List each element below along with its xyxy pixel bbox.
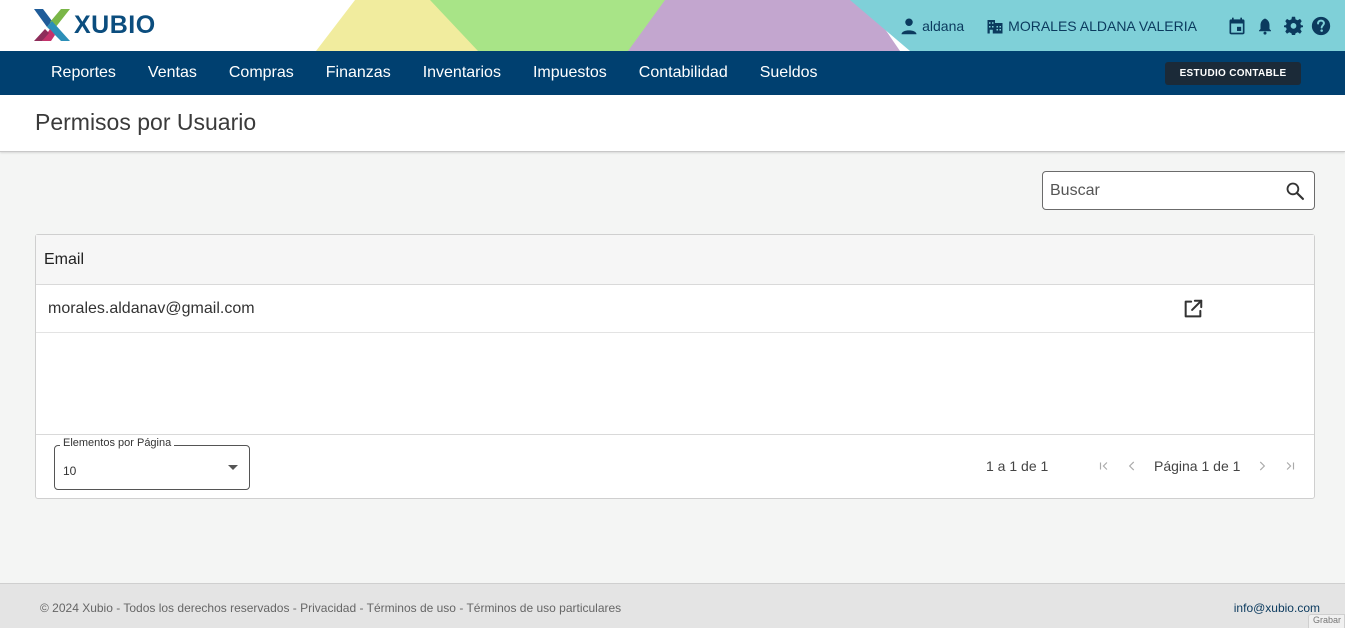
nav-item-compras[interactable]: Compras	[213, 51, 310, 95]
top-header: XUBIO aldana MORALES ALDANA VALERIA	[0, 0, 1345, 51]
column-header-email[interactable]: Email	[44, 251, 84, 269]
open-in-new-icon[interactable]	[1182, 298, 1204, 320]
search-box	[1042, 171, 1315, 210]
chevron-down-icon	[228, 465, 238, 470]
last-page-icon	[1287, 462, 1295, 470]
table-header: Email	[36, 235, 1314, 285]
company-icon	[987, 19, 1003, 33]
logo-text: XUBIO	[74, 10, 156, 39]
user-icon	[901, 18, 917, 34]
pagination: Página 1 de 1	[1090, 455, 1304, 477]
help-button[interactable]	[1311, 16, 1331, 36]
company-name: MORALES ALDANA VALERIA	[1008, 17, 1197, 34]
page-footer: © 2024 Xubio - Todos los derechos reserv…	[0, 583, 1345, 628]
header-actions: aldana MORALES ALDANA VALERIA	[900, 0, 1331, 51]
nav-item-inventarios[interactable]: Inventarios	[407, 51, 517, 95]
footer-link-terms-private[interactable]: Términos de uso particulares	[466, 601, 621, 615]
search-icon[interactable]	[1285, 181, 1305, 201]
page-title: Permisos por Usuario	[35, 109, 257, 135]
nav-item-contabilidad[interactable]: Contabilidad	[623, 51, 744, 95]
xubio-x-icon	[34, 9, 70, 41]
range-text: 1 a 1 de 1	[986, 458, 1049, 474]
search-input[interactable]	[1050, 181, 1270, 200]
notifications-button[interactable]	[1255, 16, 1275, 36]
chevron-left-icon	[1128, 461, 1135, 471]
settings-button[interactable]	[1283, 16, 1303, 36]
footer-copyright: © 2024 Xubio	[40, 601, 113, 615]
corner-tab[interactable]: Grabar	[1308, 614, 1345, 628]
per-page-value: 10	[63, 464, 77, 478]
calendar-icon	[1229, 17, 1245, 34]
gear-icon	[1283, 16, 1303, 35]
bell-icon	[1259, 18, 1271, 35]
nav-item-reportes[interactable]: Reportes	[35, 51, 132, 95]
first-page-icon	[1099, 462, 1108, 470]
last-page-button[interactable]	[1279, 455, 1301, 477]
nav-item-ventas[interactable]: Ventas	[132, 51, 213, 95]
table-footer: Elementos por Página 10 1 a 1 de 1 Págin…	[36, 434, 1314, 498]
footer-link-privacy[interactable]: Privacidad	[300, 601, 356, 615]
first-page-button[interactable]	[1093, 455, 1115, 477]
xubio-logo[interactable]: XUBIO	[34, 9, 156, 41]
footer-link-terms[interactable]: Términos de uso	[367, 601, 456, 615]
table-row[interactable]: morales.aldanav@gmail.com	[36, 285, 1314, 333]
help-icon	[1311, 16, 1331, 35]
nav-item-impuestos[interactable]: Impuestos	[517, 51, 623, 95]
prev-page-button[interactable]	[1121, 455, 1143, 477]
row-email: morales.aldanav@gmail.com	[48, 299, 255, 317]
per-page-label: Elementos por Página	[60, 437, 175, 449]
user-menu[interactable]: aldana	[900, 17, 964, 35]
page-indicator: Página 1 de 1	[1154, 458, 1241, 474]
calendar-button[interactable]	[1227, 16, 1247, 36]
main-nav: Reportes Ventas Compras Finanzas Inventa…	[0, 51, 1345, 95]
nav-item-finanzas[interactable]: Finanzas	[310, 51, 407, 95]
nav-item-sueldos[interactable]: Sueldos	[744, 51, 834, 95]
per-page-select[interactable]: Elementos por Página 10	[54, 437, 250, 490]
page-title-bar: Permisos por Usuario	[0, 95, 1345, 152]
footer-link-rights[interactable]: Todos los derechos reservados	[123, 601, 289, 615]
next-page-button[interactable]	[1251, 455, 1273, 477]
footer-links: © 2024 Xubio - Todos los derechos reserv…	[40, 601, 622, 615]
company-menu[interactable]: MORALES ALDANA VALERIA	[986, 17, 1197, 35]
studio-button[interactable]: ESTUDIO CONTABLE	[1165, 62, 1301, 85]
user-name: aldana	[922, 17, 965, 34]
chevron-right-icon	[1260, 461, 1266, 471]
users-table: Email morales.aldanav@gmail.com Elemento…	[35, 234, 1315, 499]
footer-email[interactable]: info@xubio.com	[1234, 601, 1320, 615]
nav-items: Reportes Ventas Compras Finanzas Inventa…	[35, 51, 834, 95]
